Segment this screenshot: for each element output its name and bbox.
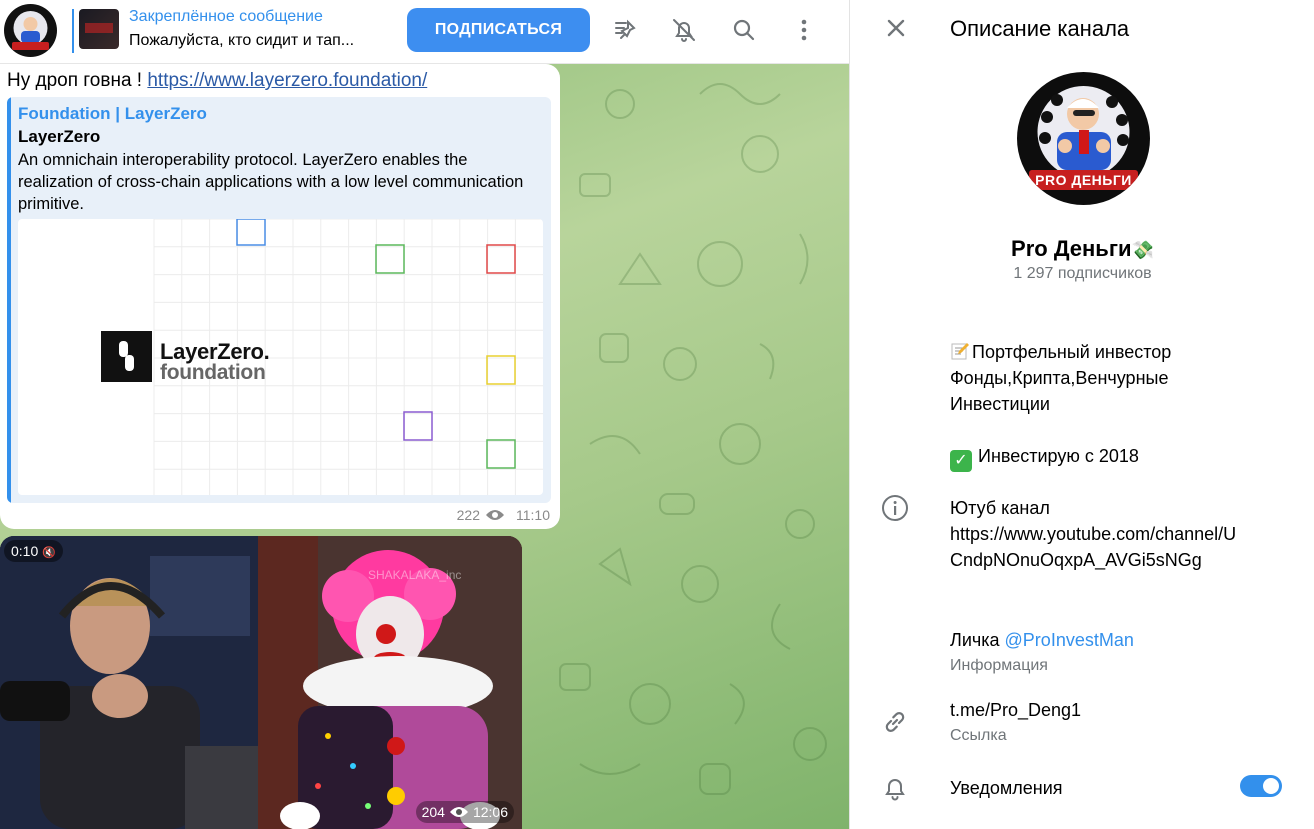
channel-avatar-large[interactable]: PRO ДЕНЬГИ [1017, 72, 1150, 205]
layerzero-logo-line2: foundation [160, 361, 266, 384]
youtube-url-line1[interactable]: https://www.youtube.com/channel/U [950, 521, 1236, 547]
message-link[interactable]: https://www.layerzero.foundation/ [147, 70, 427, 91]
info-label: Информация [950, 657, 1048, 674]
search-icon[interactable] [728, 14, 760, 46]
avatar-caption: PRO ДЕНЬГИ [1035, 172, 1132, 188]
contact-mention-link[interactable]: @ProInvestMan [1005, 630, 1134, 650]
chat-area: Закреплённое сообщение Пожалуйста, кто с… [0, 0, 849, 829]
channel-name-text: Pro Деньги [1011, 236, 1132, 261]
memo-emoji-icon [950, 341, 970, 361]
link-preview[interactable]: Foundation | LayerZero LayerZero An omni… [7, 97, 551, 503]
video-message[interactable]: SHAKALAKA_inc 0:10 🔇 204 12:06 [0, 536, 522, 829]
channel-info-panel: Описание канала PRO ДЕНЬГИ Pro Деньги💸 1… [849, 0, 1314, 829]
link-label: Ссылка [950, 727, 1007, 744]
youtube-url-line2[interactable]: CndpNOnuOqxpA_AVGi5sNGg [950, 547, 1202, 573]
channel-name: Pro Деньги💸 [850, 236, 1314, 262]
pinned-thumbnail[interactable] [79, 9, 119, 49]
video-frame-right: SHAKALAKA_inc [258, 536, 522, 829]
eye-icon [486, 510, 504, 520]
video-views-count: 204 [421, 804, 445, 820]
message-text: Ну дроп говна ! https://www.layerzero.fo… [7, 70, 427, 92]
video-duration-badge[interactable]: 0:10 🔇 [4, 540, 63, 562]
notifications-toggle[interactable] [1240, 775, 1282, 797]
chat-header: Закреплённое сообщение Пожалуйста, кто с… [0, 0, 849, 64]
eye-icon [449, 807, 468, 817]
views-count: 222 [456, 507, 480, 523]
preview-title: LayerZero [18, 127, 101, 146]
channel-link[interactable]: t.me/Pro_Deng1 [950, 697, 1081, 723]
pinned-indicator [72, 9, 74, 53]
layerzero-banner [101, 219, 543, 495]
description-line1: Портфельный инвестор [972, 342, 1172, 362]
link-icon [880, 707, 910, 737]
message-text-prefix: Ну дроп говна ! [7, 70, 148, 91]
subscribe-button[interactable]: ПОДПИСАТЬСЯ [407, 8, 590, 52]
contact-prefix: Личка [950, 630, 1005, 650]
preview-site-name: Foundation | LayerZero [18, 104, 207, 123]
channel-description: Портфельный инвестор Фонды,Крипта,Венчур… [950, 339, 1290, 472]
video-duration: 0:10 [11, 543, 39, 559]
notifications-label: Уведомления [950, 778, 1063, 798]
preview-accent-bar [7, 97, 11, 503]
money-emoji-icon: 💸 [1131, 240, 1154, 260]
muted-speaker-icon[interactable]: 🔇 [42, 547, 56, 559]
more-menu-icon[interactable] [788, 14, 820, 46]
channel-avatar[interactable] [4, 4, 57, 57]
message-meta: 222 11:10 [457, 507, 550, 523]
video-watermark: SHAKALAKA_inc [368, 568, 462, 582]
message-time: 11:10 [516, 507, 550, 523]
info-icon [880, 493, 910, 523]
contact-line: Личка @ProInvestMan [950, 627, 1134, 653]
pinned-text[interactable]: Пожалуйста, кто сидит и тап... [129, 32, 354, 50]
preview-description: An omnichain interoperability protocol. … [18, 151, 524, 213]
panel-title: Описание канала [950, 16, 1130, 41]
pinned-title[interactable]: Закреплённое сообщение [129, 8, 323, 26]
video-meta: 204 12:06 [415, 801, 514, 823]
unpin-icon[interactable] [608, 14, 640, 46]
toggle-knob [1261, 776, 1281, 796]
check-emoji-icon: ✓ [950, 450, 972, 472]
message-bubble: Ну дроп говна ! https://www.layerzero.fo… [0, 64, 560, 529]
video-time: 12:06 [472, 804, 508, 820]
mute-bell-icon[interactable] [668, 14, 700, 46]
description-line2: Фонды,Крипта,Венчурные [950, 368, 1169, 388]
description-since: Инвестирую с 2018 [978, 446, 1139, 466]
video-frame-left [0, 536, 258, 829]
preview-image[interactable]: LayerZero. foundation [18, 219, 543, 495]
subscribers-count: 1 297 подписчиков [1013, 265, 1152, 282]
description-line3: Инвестиции [950, 394, 1050, 414]
bell-icon [880, 773, 910, 803]
close-icon[interactable] [882, 14, 910, 42]
youtube-label: Ютуб канал [950, 498, 1050, 518]
